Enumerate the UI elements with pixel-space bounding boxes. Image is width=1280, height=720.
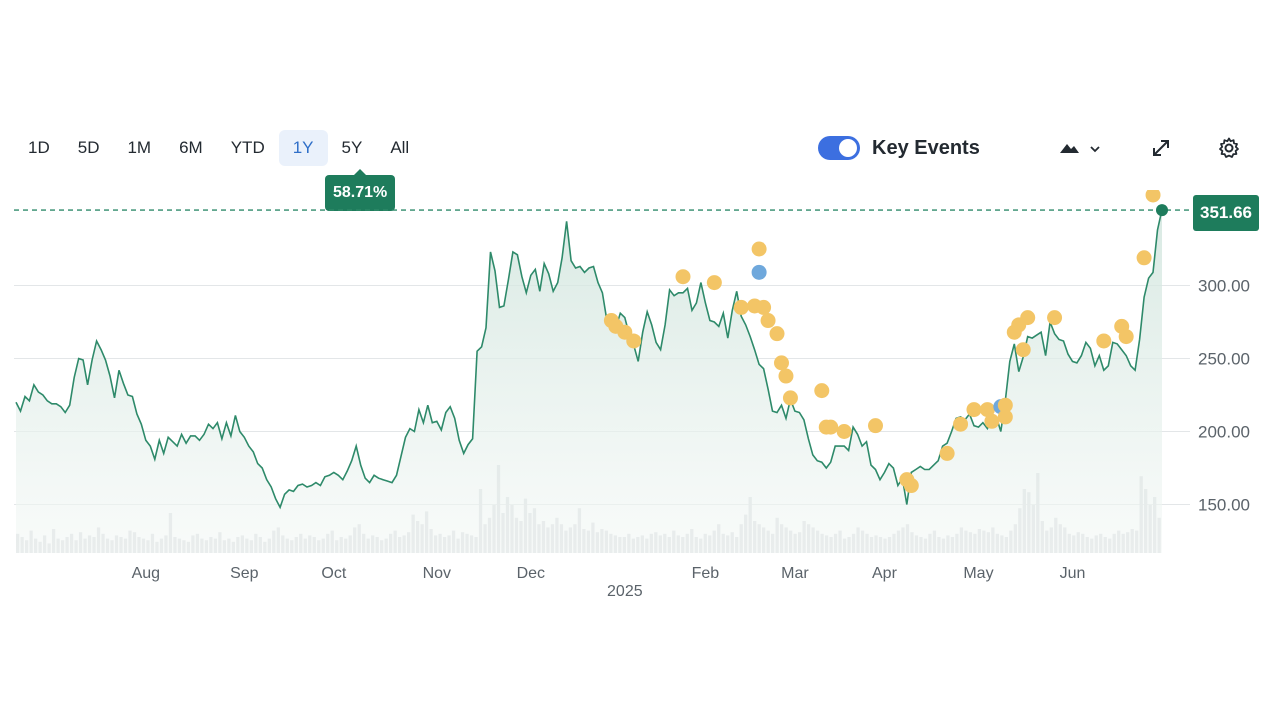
y-tick-label: 150.00 — [1198, 496, 1250, 515]
earnings-event-marker — [966, 402, 982, 418]
earnings-event-marker — [1020, 310, 1036, 326]
earnings-event-marker — [782, 390, 798, 406]
earnings-event-marker — [823, 419, 839, 435]
dividend-event-marker — [751, 264, 767, 280]
range-tab-6m[interactable]: 6M — [165, 130, 217, 166]
range-tab-5d[interactable]: 5D — [64, 130, 114, 166]
range-tab-all[interactable]: All — [376, 130, 423, 166]
key-events-toggle[interactable] — [818, 136, 860, 160]
earnings-event-marker — [1118, 329, 1134, 345]
x-tick-label: Aug — [132, 565, 160, 582]
y-tick-label: 250.00 — [1198, 350, 1250, 369]
earnings-event-marker — [773, 355, 789, 371]
earnings-event-marker — [1047, 310, 1063, 326]
range-tab-ytd[interactable]: YTD — [217, 130, 279, 166]
x-tick-label: Mar — [781, 565, 809, 582]
earnings-event-marker — [778, 368, 794, 384]
range-tab-1m[interactable]: 1M — [113, 130, 165, 166]
y-tick-label: 200.00 — [1198, 423, 1250, 442]
gear-icon — [1219, 137, 1239, 158]
earnings-event-marker — [1136, 250, 1152, 266]
chart-type-button[interactable] — [1055, 134, 1105, 162]
key-events-label: Key Events — [872, 136, 980, 159]
price-chart[interactable]: 150.00 200.00 250.00 300.00 Aug Sep Oct Nov Dec 2… — [0, 190, 1280, 600]
earnings-event-marker — [868, 418, 883, 434]
expand-icon — [1153, 140, 1169, 156]
x-tick-label: Nov — [423, 565, 451, 582]
current-price-label: 351.66 — [1193, 195, 1259, 231]
x-tick-label: Jun — [1060, 565, 1086, 582]
earnings-event-marker — [953, 416, 969, 432]
last-price-dot — [1156, 204, 1168, 217]
range-tabs: 1D 5D 1M 6M YTD 1Y 5Y All — [14, 130, 423, 166]
earnings-event-marker — [903, 478, 919, 494]
x-tick-label: Dec — [517, 565, 545, 582]
earnings-event-marker — [751, 241, 767, 257]
earnings-event-marker — [756, 299, 772, 315]
settings-button[interactable] — [1213, 134, 1245, 162]
key-events-control[interactable]: Key Events — [818, 136, 980, 160]
earnings-event-marker — [733, 299, 749, 315]
x-tick-label: Oct — [321, 565, 346, 582]
mountain-chart-icon — [1060, 144, 1100, 153]
x-tick-label: Feb — [692, 565, 720, 582]
earnings-event-marker — [836, 424, 852, 439]
toggle-knob — [839, 139, 857, 157]
y-tick-label: 300.00 — [1198, 277, 1250, 296]
earnings-event-marker — [626, 333, 642, 349]
earnings-event-marker — [760, 313, 776, 329]
earnings-event-marker — [997, 409, 1013, 425]
earnings-event-marker — [1145, 190, 1161, 203]
earnings-event-marker — [706, 275, 722, 291]
range-tab-1y[interactable]: 1Y — [278, 130, 328, 166]
x-tick-label: Apr — [872, 565, 898, 582]
x-tick-label: Sep — [230, 565, 259, 582]
chart-toolbar: 1D 5D 1M 6M YTD 1Y 5Y All Key Events — [0, 128, 1280, 168]
earnings-event-marker — [1096, 333, 1112, 349]
earnings-event-marker — [814, 383, 830, 399]
earnings-event-marker — [1015, 342, 1031, 358]
range-tab-5y[interactable]: 5Y — [328, 130, 377, 166]
x-tick-label: May — [963, 565, 993, 582]
earnings-event-marker — [769, 326, 785, 342]
earnings-event-marker — [675, 269, 691, 285]
range-tab-1d[interactable]: 1D — [14, 130, 64, 166]
earnings-event-marker — [984, 413, 1000, 429]
chevron-down-icon — [1090, 146, 1100, 153]
expand-button[interactable] — [1145, 134, 1177, 162]
x-tick-label: 2025 — [607, 583, 643, 600]
earnings-event-marker — [939, 445, 955, 461]
price-area — [16, 209, 1162, 553]
